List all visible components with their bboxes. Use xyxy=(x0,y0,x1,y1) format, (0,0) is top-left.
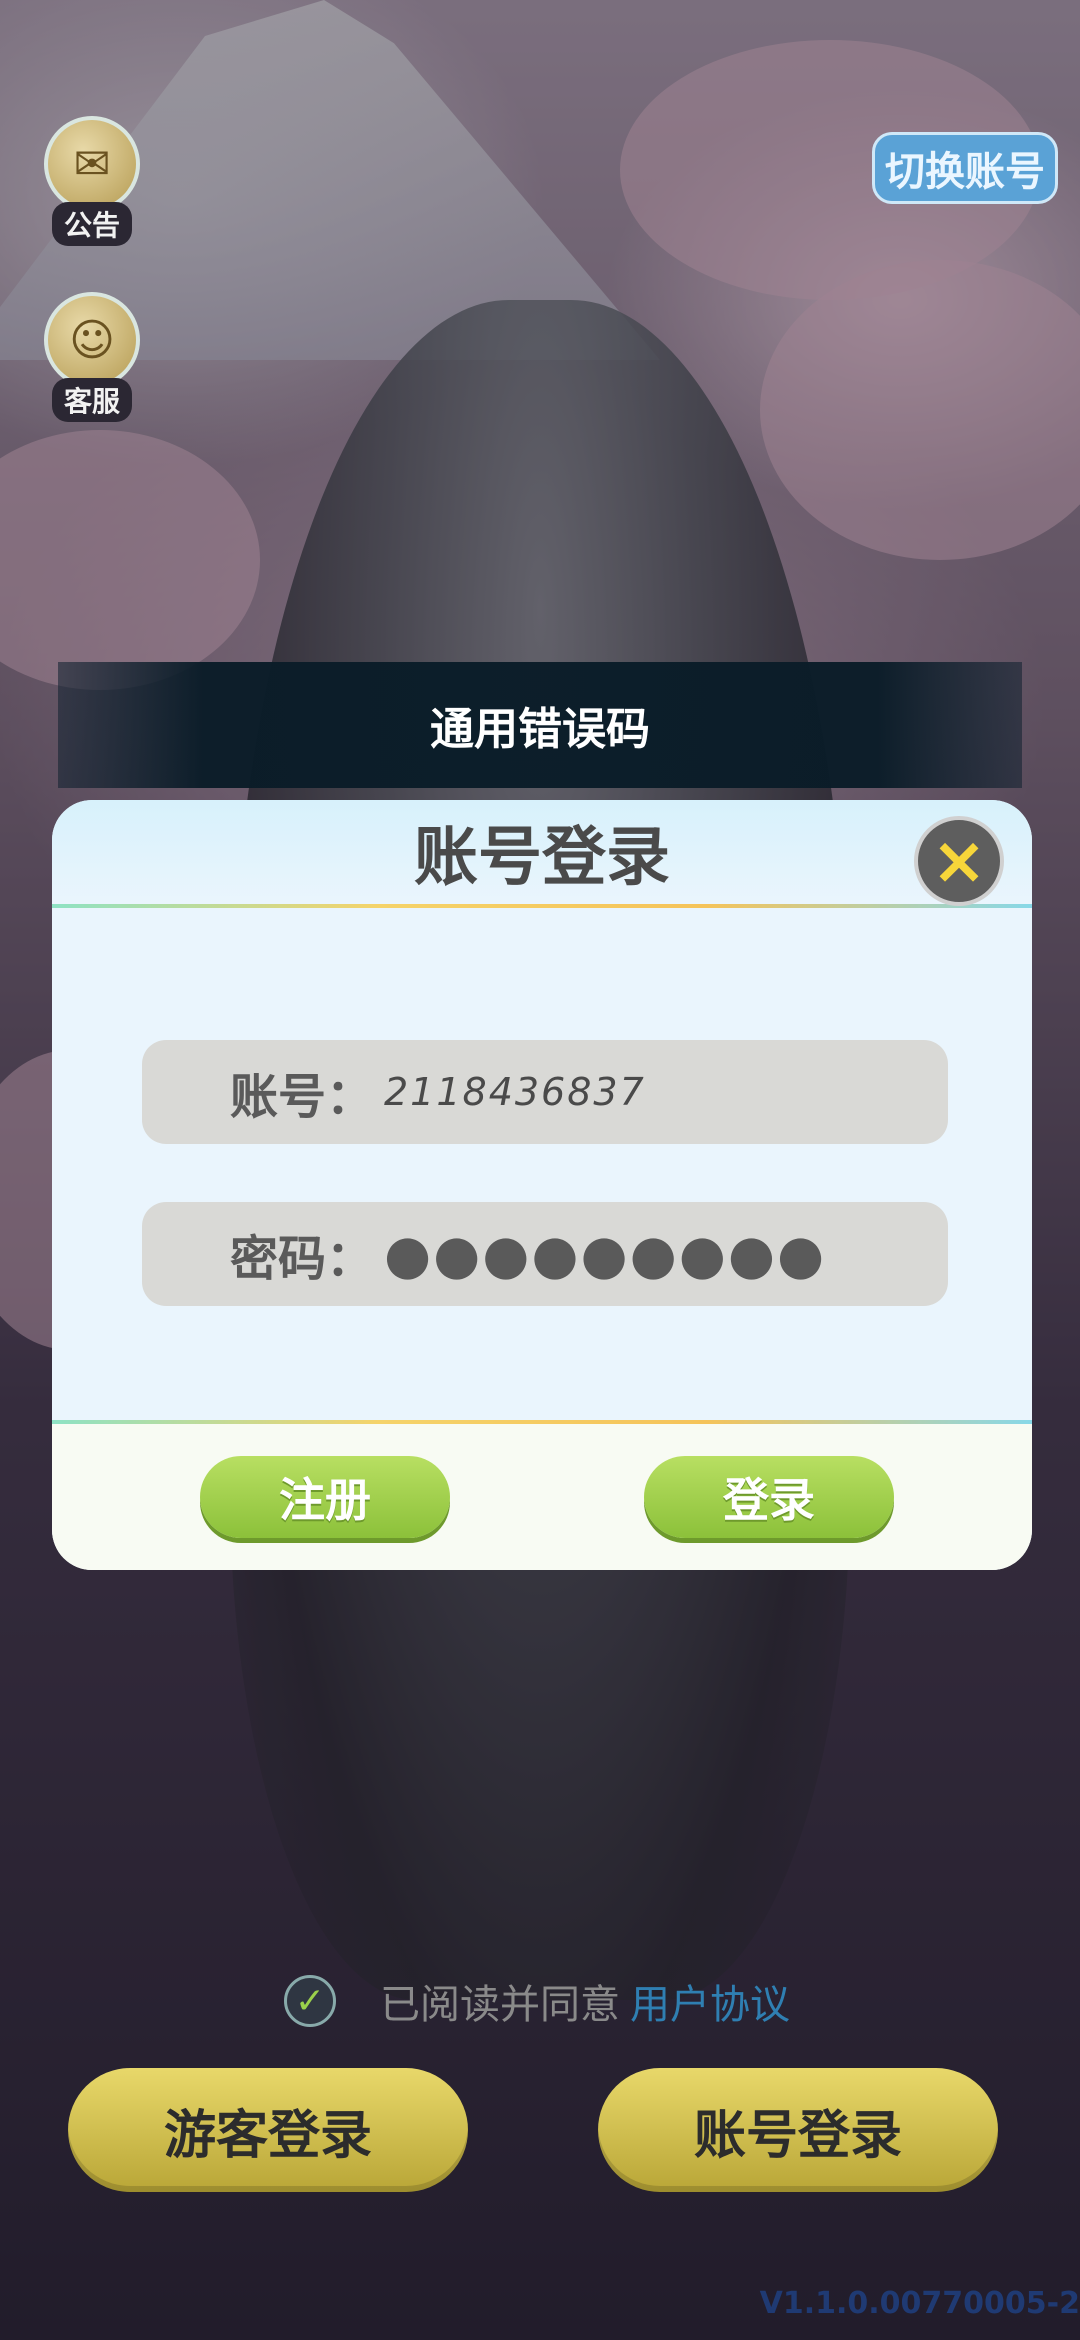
version-label: V1.1.0.00770005-2 xyxy=(759,2286,1080,2321)
account-label: 账号： xyxy=(229,1069,374,1125)
service-icon: ☺ xyxy=(44,292,140,388)
password-label: 密码： xyxy=(229,1231,374,1287)
service-label: 客服 xyxy=(51,378,132,422)
divider xyxy=(52,904,1032,908)
service-button[interactable]: ☺ 客服 xyxy=(40,292,144,422)
password-field[interactable]: 密码： ●●●●●●●●● xyxy=(142,1202,948,1306)
divider xyxy=(52,1420,1032,1424)
dialog-footer: 注册 登录 xyxy=(52,1420,1032,1570)
account-input[interactable]: 2118436837 xyxy=(384,1070,646,1114)
notice-label: 公告 xyxy=(51,202,132,246)
check-icon[interactable]: ✓ xyxy=(284,1975,336,2027)
error-banner: 通用错误码 xyxy=(58,662,1022,788)
agreement-row: ✓ 已阅读并同意 用户协议 xyxy=(284,1972,790,2030)
account-field[interactable]: 账号： 2118436837 xyxy=(142,1040,948,1144)
close-icon[interactable]: × xyxy=(914,816,1004,906)
switch-account-button[interactable]: 切换账号 xyxy=(872,132,1058,204)
notice-button[interactable]: ✉ 公告 xyxy=(40,116,144,246)
dialog-title: 账号登录 xyxy=(52,800,1032,904)
register-button[interactable]: 注册 xyxy=(200,1456,450,1538)
dialog-login-button[interactable]: 登录 xyxy=(644,1456,894,1538)
login-dialog: 账号登录 × 账号： 2118436837 密码： ●●●●●●●●● 注册 登… xyxy=(52,800,1032,1570)
agreement-text: 已阅读并同意 xyxy=(380,1982,620,2028)
account-login-button[interactable]: 账号登录 xyxy=(598,2068,998,2192)
password-input[interactable]: ●●●●●●●●● xyxy=(384,1223,826,1286)
notice-icon: ✉ xyxy=(44,116,140,212)
guest-login-button[interactable]: 游客登录 xyxy=(68,2068,468,2192)
user-agreement-link[interactable]: 用户协议 xyxy=(630,1972,790,2030)
